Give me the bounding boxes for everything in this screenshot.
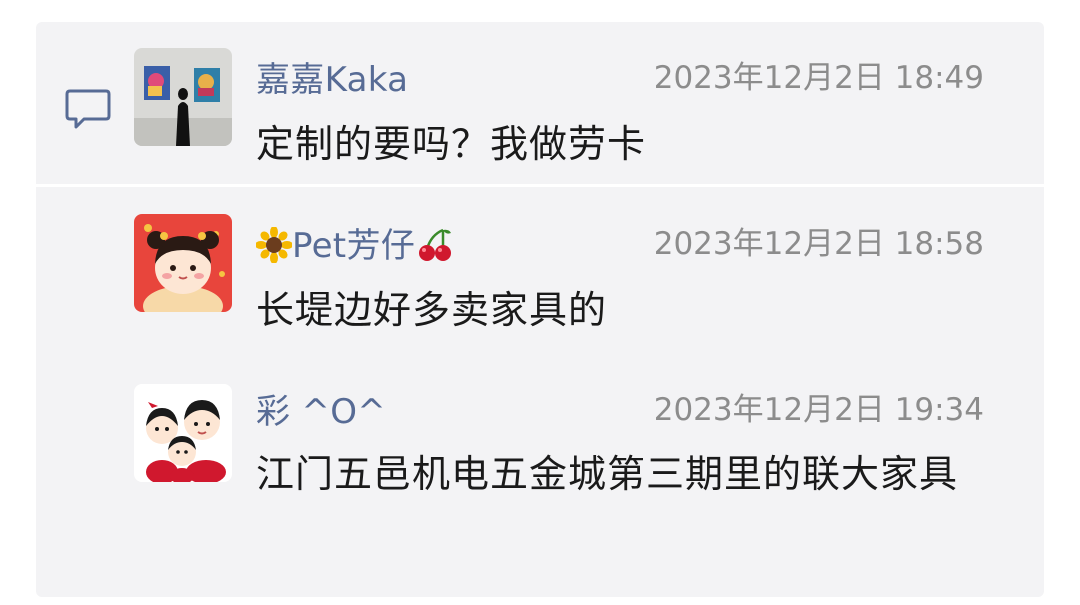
avatar[interactable]	[134, 384, 232, 482]
comment-icon[interactable]	[64, 86, 112, 132]
comment-timestamp: 2023年12月2日 18:58	[653, 226, 984, 262]
comment-author[interactable]: 嘉嘉Kaka	[256, 52, 408, 101]
comment-timestamp: 2023年12月2日 18:49	[653, 60, 984, 96]
comment-text: 江门五邑机电五金城第三期里的联大家具	[256, 452, 959, 496]
cartoon-girl-avatar	[134, 214, 232, 312]
avatar[interactable]	[134, 48, 232, 146]
avatar[interactable]	[134, 214, 232, 312]
comment-author: Pet芳仔	[292, 226, 416, 266]
comment-author[interactable]: 彩 ^O^	[256, 384, 386, 433]
comment-author-row[interactable]: Pet芳仔	[255, 218, 455, 272]
sunflower-emoji	[255, 226, 293, 272]
comment-timestamp: 2023年12月2日 19:34	[653, 392, 984, 428]
comment-text: 长堤边好多卖家具的	[256, 288, 608, 332]
cartoon-family-avatar	[134, 384, 232, 482]
divider	[36, 184, 1044, 187]
cherries-emoji	[415, 227, 455, 272]
comment-text: 定制的要吗？我做劳卡	[256, 122, 647, 166]
gallery-photo-avatar	[134, 48, 232, 146]
